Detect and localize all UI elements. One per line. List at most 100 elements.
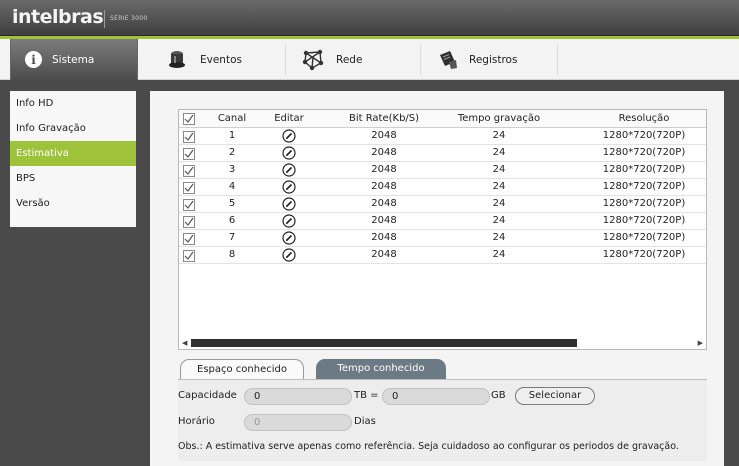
row-checkbox[interactable] bbox=[183, 250, 195, 262]
edit-icon[interactable] bbox=[282, 231, 296, 245]
series-label: SÉRIE 3000 bbox=[110, 15, 148, 22]
table-header: Canal Editar Bit Rate(Kb/S) Tempo gravaç… bbox=[179, 110, 706, 128]
row-checkbox[interactable] bbox=[183, 182, 195, 194]
table-row[interactable]: 8 2048 24 1280*720(720P) bbox=[179, 247, 706, 264]
horizontal-scrollbar[interactable]: ◀ ▶ bbox=[178, 337, 707, 350]
tab-label: Sistema bbox=[52, 53, 95, 66]
cell-bitrate: 2048 bbox=[371, 198, 397, 209]
select-button[interactable]: Selecionar bbox=[515, 387, 595, 405]
capacity-label: Capacidade bbox=[178, 390, 237, 401]
cell-bitrate: 2048 bbox=[371, 215, 397, 226]
cell-bitrate: 2048 bbox=[371, 232, 397, 243]
cell-bitrate: 2048 bbox=[371, 147, 397, 158]
column-header-canal: Canal bbox=[217, 113, 247, 124]
table-row[interactable]: 2 2048 24 1280*720(720P) bbox=[179, 145, 706, 162]
cell-tempo-gravacao: 24 bbox=[492, 164, 506, 175]
cell-bitrate: 2048 bbox=[371, 130, 397, 141]
tab-eventos[interactable]: Eventos bbox=[150, 39, 275, 80]
tab-label: Eventos bbox=[200, 53, 242, 66]
edit-icon[interactable] bbox=[282, 214, 296, 228]
tab-registros[interactable]: Registros bbox=[421, 39, 556, 80]
cell-tempo-gravacao: 24 bbox=[492, 249, 506, 260]
cell-tempo-gravacao: 24 bbox=[492, 198, 506, 209]
cell-canal: 7 bbox=[228, 232, 236, 243]
edit-icon[interactable] bbox=[282, 146, 296, 160]
channel-table: Canal Editar Bit Rate(Kb/S) Tempo gravaç… bbox=[178, 109, 707, 349]
cell-canal: 6 bbox=[228, 215, 236, 226]
edit-icon[interactable] bbox=[282, 248, 296, 262]
document-icon bbox=[435, 47, 461, 73]
table-row[interactable]: 5 2048 24 1280*720(720P) bbox=[179, 196, 706, 213]
cell-tempo-gravacao: 24 bbox=[492, 215, 506, 226]
cell-canal: 2 bbox=[228, 147, 236, 158]
sidebar-item-estimativa[interactable]: Estimativa bbox=[10, 141, 136, 166]
table-row[interactable]: 3 2048 24 1280*720(720P) bbox=[179, 162, 706, 179]
tab-espaco-conhecido[interactable]: Espaço conhecido bbox=[180, 359, 304, 379]
cell-tempo-gravacao: 24 bbox=[492, 147, 506, 158]
row-checkbox[interactable] bbox=[183, 233, 195, 245]
capacity-tb-input[interactable]: 0 bbox=[244, 388, 352, 405]
estimate-note: Obs.: A estimativa serve apenas como ref… bbox=[178, 441, 679, 452]
tab-rede[interactable]: Rede bbox=[286, 39, 418, 80]
row-checkbox[interactable] bbox=[183, 216, 195, 228]
sidebar-item-bps[interactable]: BPS bbox=[10, 166, 136, 191]
cell-tempo-gravacao: 24 bbox=[492, 181, 506, 192]
table-row[interactable]: 7 2048 24 1280*720(720P) bbox=[179, 230, 706, 247]
tab-label: Rede bbox=[336, 53, 363, 66]
column-header-editar: Editar bbox=[274, 113, 304, 124]
cell-resolucao: 1280*720(720P) bbox=[602, 249, 686, 260]
table-row[interactable]: 4 2048 24 1280*720(720P) bbox=[179, 179, 706, 196]
cell-canal: 8 bbox=[228, 249, 236, 260]
tab-divider bbox=[557, 44, 558, 75]
main-tab-bar: i Sistema Eventos Rede Registros bbox=[0, 36, 739, 80]
sidebar-item-info-gravacao[interactable]: Info Gravação bbox=[10, 116, 136, 141]
capacity-gb-input[interactable]: 0 bbox=[382, 388, 490, 405]
cell-tempo-gravacao: 24 bbox=[492, 130, 506, 141]
select-all-checkbox[interactable] bbox=[183, 113, 195, 125]
tab-sistema[interactable]: i Sistema bbox=[10, 39, 138, 80]
cell-bitrate: 2048 bbox=[371, 249, 397, 260]
table-row[interactable]: 6 2048 24 1280*720(720P) bbox=[179, 213, 706, 230]
row-checkbox[interactable] bbox=[183, 131, 195, 143]
scroll-left-icon[interactable]: ◀ bbox=[182, 339, 187, 347]
cell-resolucao: 1280*720(720P) bbox=[602, 147, 686, 158]
main-panel: Canal Editar Bit Rate(Kb/S) Tempo gravaç… bbox=[150, 91, 724, 466]
scrollbar-thumb[interactable] bbox=[191, 339, 577, 347]
cell-resolucao: 1280*720(720P) bbox=[602, 164, 686, 175]
cell-bitrate: 2048 bbox=[371, 181, 397, 192]
cell-tempo-gravacao: 24 bbox=[492, 232, 506, 243]
tab-label: Registros bbox=[469, 53, 518, 66]
days-label: Dias bbox=[354, 416, 376, 427]
column-header-tempo-gravacao: Tempo gravação bbox=[457, 113, 541, 124]
row-checkbox[interactable] bbox=[183, 199, 195, 211]
tb-label: TB = bbox=[354, 390, 379, 401]
scroll-right-icon[interactable]: ▶ bbox=[698, 339, 703, 347]
days-input[interactable]: 0 bbox=[244, 414, 352, 431]
cell-bitrate: 2048 bbox=[371, 164, 397, 175]
cell-canal: 1 bbox=[228, 130, 236, 141]
estimate-form: Capacidade 0 TB = 0 GB Selecionar Horári… bbox=[178, 379, 707, 461]
edit-icon[interactable] bbox=[282, 197, 296, 211]
sidebar-item-versao[interactable]: Versão bbox=[10, 191, 136, 216]
tab-tempo-conhecido[interactable]: Tempo conhecido bbox=[316, 359, 446, 379]
edit-icon[interactable] bbox=[282, 129, 296, 143]
column-header-resolucao: Resolução bbox=[618, 113, 670, 124]
network-icon bbox=[300, 47, 326, 73]
row-checkbox[interactable] bbox=[183, 165, 195, 177]
info-icon: i bbox=[25, 51, 42, 68]
table-row[interactable]: 1 2048 24 1280*720(720P) bbox=[179, 128, 706, 145]
top-bar: intelbras SÉRIE 3000 bbox=[0, 0, 739, 36]
sidebar-item-info-hd[interactable]: Info HD bbox=[10, 91, 136, 116]
cell-resolucao: 1280*720(720P) bbox=[602, 215, 686, 226]
cell-resolucao: 1280*720(720P) bbox=[602, 232, 686, 243]
edit-icon[interactable] bbox=[282, 180, 296, 194]
edit-icon[interactable] bbox=[282, 163, 296, 177]
alarm-light-icon bbox=[164, 47, 190, 73]
cell-resolucao: 1280*720(720P) bbox=[602, 181, 686, 192]
logo-divider bbox=[104, 10, 105, 28]
row-checkbox[interactable] bbox=[183, 148, 195, 160]
cell-resolucao: 1280*720(720P) bbox=[602, 198, 686, 209]
time-label: Horário bbox=[178, 416, 215, 427]
cell-resolucao: 1280*720(720P) bbox=[602, 130, 686, 141]
brand-logo: intelbras bbox=[12, 6, 104, 28]
